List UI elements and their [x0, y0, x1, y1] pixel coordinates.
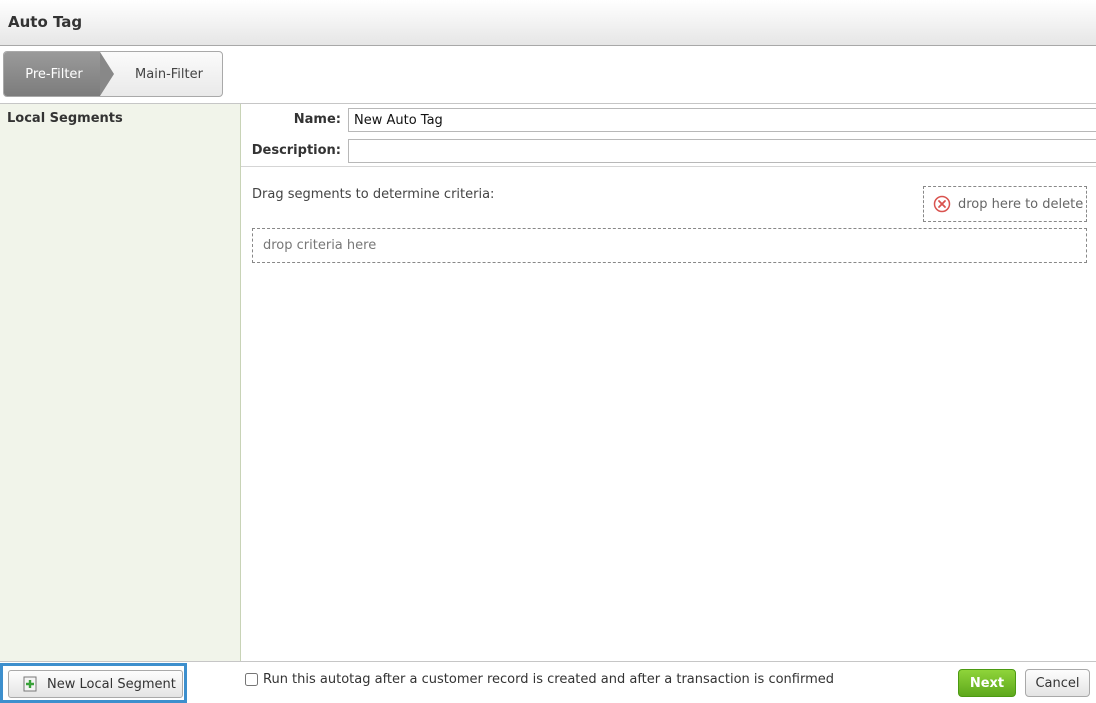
delete-drop-zone[interactable]: drop here to delete	[923, 186, 1087, 222]
name-input[interactable]	[348, 108, 1096, 132]
description-label: Description:	[251, 143, 341, 158]
run-autotag-checkbox[interactable]	[245, 673, 258, 686]
step-pre-filter[interactable]: Pre-Filter	[4, 52, 100, 96]
step-navigator: Pre-Filter Main-Filter	[3, 51, 223, 97]
criteria-zone-label: drop criteria here	[263, 238, 377, 253]
window-title: Auto Tag	[8, 13, 83, 31]
criteria-drop-zone[interactable]: drop criteria here	[252, 228, 1087, 263]
local-segments-heading: Local Segments	[7, 111, 123, 126]
cancel-button[interactable]: Cancel	[1025, 669, 1090, 697]
new-segment-highlight: New Local Segment	[0, 663, 187, 703]
form-divider	[241, 166, 1096, 167]
criteria-hint: Drag segments to determine criteria:	[252, 187, 495, 202]
new-local-segment-label: New Local Segment	[47, 676, 176, 692]
delete-zone-label: drop here to delete	[958, 196, 1084, 212]
local-segments-panel: Local Segments	[0, 104, 241, 661]
description-input[interactable]	[348, 139, 1096, 163]
new-local-segment-button[interactable]: New Local Segment	[8, 670, 183, 698]
name-label: Name:	[293, 112, 341, 127]
run-autotag-label: Run this autotag after a customer record…	[263, 672, 834, 687]
x-circle-icon	[933, 195, 951, 213]
window-titlebar: Auto Tag	[0, 0, 1096, 46]
step-arrow	[100, 52, 114, 96]
next-button[interactable]: Next	[958, 669, 1016, 697]
step-main-filter[interactable]: Main-Filter	[116, 52, 222, 96]
bottom-divider	[0, 661, 1096, 662]
run-autotag-option[interactable]: Run this autotag after a customer record…	[245, 672, 834, 687]
plus-box-icon	[23, 676, 37, 692]
